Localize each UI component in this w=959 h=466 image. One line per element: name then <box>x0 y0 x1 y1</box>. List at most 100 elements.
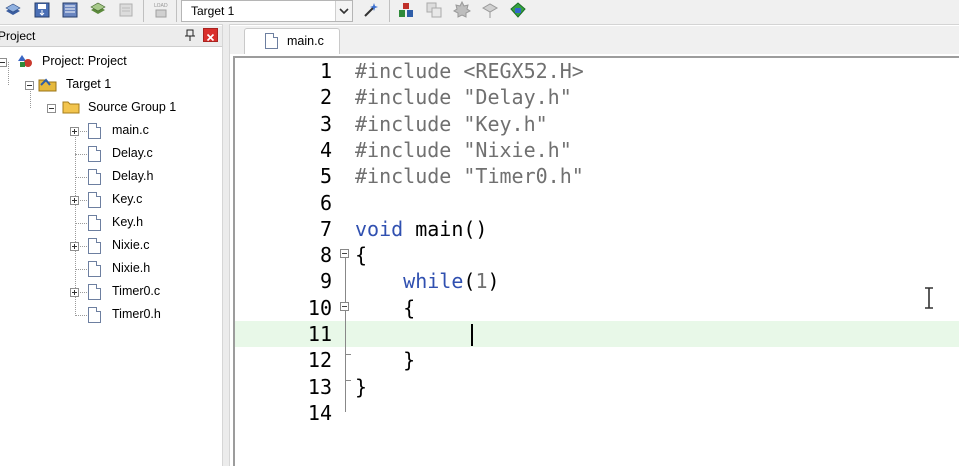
code-text: #include "Key.h" <box>355 111 548 136</box>
gear-icon[interactable] <box>453 1 471 19</box>
chevron-down-icon[interactable] <box>335 1 352 21</box>
tree-label-file: Delay.h <box>112 169 154 183</box>
tree-label-group: Source Group 1 <box>88 100 177 114</box>
line-number: 8 <box>319 243 332 268</box>
expand-icon[interactable] <box>70 127 79 136</box>
file-icon <box>88 192 101 208</box>
collapse-icon[interactable] <box>0 58 7 67</box>
pin-icon[interactable] <box>184 29 196 42</box>
file-icon <box>265 33 278 49</box>
code-text: { <box>355 295 416 320</box>
tree-label-file: Timer0.h <box>112 307 161 321</box>
code-line[interactable]: 14 <box>235 400 959 426</box>
stack-icon[interactable] <box>4 1 22 19</box>
code-line[interactable]: 12 } <box>235 347 959 373</box>
tree-item-file[interactable]: main.c <box>0 120 222 142</box>
fold-collapse-icon[interactable] <box>340 302 349 311</box>
target-folder-icon <box>38 78 57 92</box>
code-text: } <box>355 374 368 399</box>
line-number: 10 <box>307 295 332 320</box>
code-line[interactable]: 4 #include "Nixie.h" <box>235 137 959 163</box>
code-line[interactable]: 2 #include "Delay.h" <box>235 84 959 110</box>
code-text: } <box>355 348 416 373</box>
fold-collapse-icon[interactable] <box>340 249 349 258</box>
code-text: void main() <box>355 216 488 241</box>
ibeam-cursor-icon <box>925 287 933 309</box>
file-icon <box>88 261 101 277</box>
file-icon <box>88 284 101 300</box>
close-pane-button[interactable] <box>203 28 218 42</box>
tree-item-target[interactable]: Target 1 <box>0 74 222 96</box>
project-pane-header: Project <box>0 26 222 47</box>
tree-item-file[interactable]: Delay.h <box>0 166 222 188</box>
line-number: 12 <box>307 348 332 373</box>
file-icon <box>88 146 101 162</box>
tree-label-file: Key.c <box>112 192 143 206</box>
save-icon[interactable] <box>33 1 51 19</box>
code-line[interactable]: 13} <box>235 374 959 400</box>
tree-item-source-group[interactable]: Source Group 1 <box>0 97 222 119</box>
expand-icon[interactable] <box>70 196 79 205</box>
expand-icon[interactable] <box>70 288 79 297</box>
tree-label-file: Timer0.c <box>112 284 161 298</box>
line-number: 1 <box>319 59 332 83</box>
code-line[interactable]: 1 #include <REGX52.H> <box>235 58 959 84</box>
tree-label-file: Key.h <box>112 215 144 229</box>
code-line[interactable]: 11 <box>235 321 959 347</box>
code-line[interactable]: 3 #include "Key.h" <box>235 111 959 137</box>
code-text: #include "Delay.h" <box>355 85 572 110</box>
tree-label-project: Project: Project <box>42 54 127 68</box>
tree-item-file[interactable]: Nixie.c <box>0 235 222 257</box>
fold-guide <box>345 380 346 412</box>
project-tree: Project: Project Target 1 Source Group 1… <box>0 47 222 466</box>
file-icon <box>88 215 101 231</box>
layers-icon[interactable] <box>89 1 107 19</box>
code-line[interactable]: 9 while(1) <box>235 268 959 294</box>
code-editor[interactable]: 1 #include <REGX52.H> 2 #include "Delay.h" 3… <box>233 56 959 466</box>
line-number: 4 <box>319 137 332 162</box>
line-number: 5 <box>319 164 332 189</box>
line-number: 3 <box>319 111 332 136</box>
tree-label-target: Target 1 <box>66 77 112 91</box>
tree-item-file[interactable]: Timer0.c <box>0 281 222 303</box>
copy-icon[interactable] <box>425 1 443 19</box>
file-icon <box>88 307 101 323</box>
code-line[interactable]: 5 #include "Timer0.h" <box>235 163 959 189</box>
tree-item-project-root[interactable]: Project: Project <box>0 51 222 73</box>
line-number: 14 <box>307 400 332 425</box>
code-line[interactable]: 7 void main() <box>235 216 959 242</box>
tree-item-file[interactable]: Key.h <box>0 212 222 234</box>
tab-main-c[interactable]: main.c <box>244 28 340 54</box>
code-text: #include "Nixie.h" <box>355 137 572 162</box>
line-number: 6 <box>319 190 332 215</box>
load-icon[interactable]: LOAD <box>152 1 170 19</box>
fold-guide <box>345 258 346 380</box>
line-number: 9 <box>319 269 332 294</box>
close-icon <box>206 33 215 42</box>
manage-project-icon[interactable] <box>397 1 415 19</box>
tree-label-file: Nixie.h <box>112 261 151 275</box>
collapse-icon[interactable] <box>25 81 34 90</box>
fold-end-marker <box>345 354 351 355</box>
tree-label-file: Nixie.c <box>112 238 150 252</box>
pane-splitter[interactable] <box>222 24 230 466</box>
code-line[interactable]: 6 <box>235 190 959 216</box>
svg-text:LOAD: LOAD <box>154 3 168 9</box>
code-text: while(1) <box>403 269 500 294</box>
project-pane-title: Project <box>0 29 36 43</box>
target-select[interactable]: Target 1 <box>181 0 353 22</box>
pack-installer-icon[interactable] <box>481 1 499 19</box>
code-text: #include <REGX52.H> <box>355 59 584 83</box>
code-text: #include "Timer0.h" <box>355 164 584 189</box>
tree-item-file[interactable]: Delay.c <box>0 143 222 165</box>
tree-item-file[interactable]: Nixie.h <box>0 258 222 280</box>
tree-item-file[interactable]: Key.c <box>0 189 222 211</box>
expand-icon[interactable] <box>70 242 79 251</box>
options-wand-icon[interactable] <box>362 1 380 19</box>
code-text: { <box>355 243 368 268</box>
components-icon[interactable] <box>509 1 527 19</box>
tree-item-file[interactable]: Timer0.h <box>0 304 222 326</box>
target-select-value: Target 1 <box>191 4 235 18</box>
batch-build-icon[interactable] <box>61 1 79 19</box>
collapse-icon[interactable] <box>47 104 56 113</box>
